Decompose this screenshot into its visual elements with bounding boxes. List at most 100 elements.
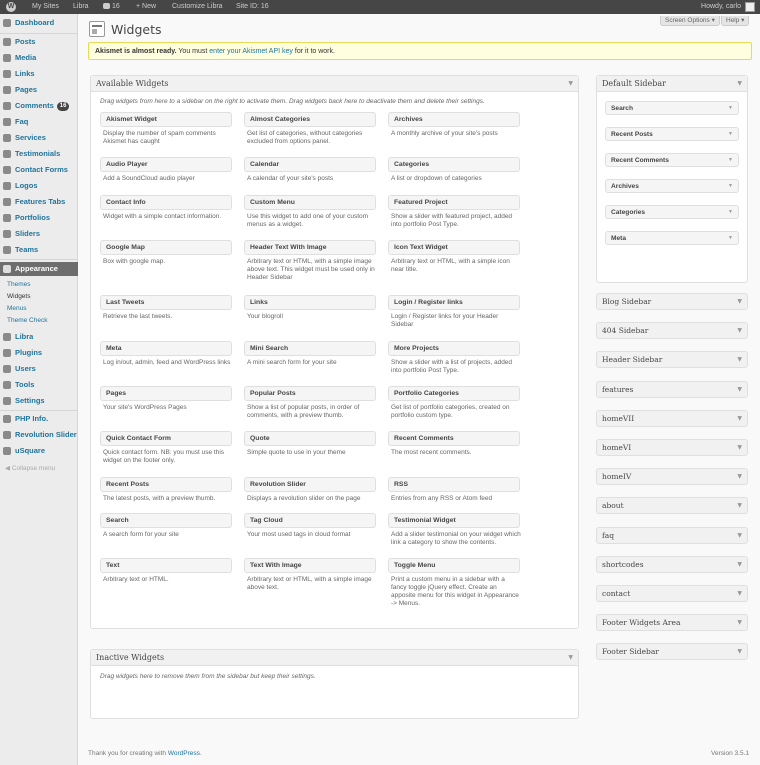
toggle-arrow-icon[interactable]: ▼ (737, 76, 742, 92)
toggle-arrow-icon[interactable]: ▼ (737, 557, 742, 573)
expand-arrow-icon[interactable]: ▼ (728, 154, 733, 167)
menu-item-portfolios[interactable]: Portfolios (0, 211, 78, 225)
comments-link[interactable]: 16 (103, 0, 120, 14)
widget-title[interactable]: Categories (388, 157, 520, 172)
wordpress-link[interactable]: WordPress (168, 750, 200, 757)
widget-title[interactable]: Testimonial Widget (388, 513, 520, 528)
widget-title[interactable]: Quote (244, 431, 376, 446)
widget-title[interactable]: Audio Player (100, 157, 232, 172)
sidebar-homevii[interactable]: homeVII ▼ (596, 409, 748, 427)
widget-title[interactable]: Tag Cloud (244, 513, 376, 528)
menu-item-tools[interactable]: Tools (0, 378, 78, 392)
sidebar-faq[interactable]: faq ▼ (596, 526, 748, 544)
submenu-themes[interactable]: Themes (7, 281, 30, 288)
widget-title[interactable]: Akismet Widget (100, 112, 232, 127)
sidebar-homevi[interactable]: homeVI ▼ (596, 439, 748, 456)
widget-title[interactable]: Text With Image (244, 558, 376, 573)
widget-title[interactable]: RSS (388, 477, 520, 492)
sidebar-footer-widgets-area[interactable]: Footer Widgets Area ▼ (596, 614, 748, 632)
menu-item-users[interactable]: Users (0, 362, 78, 376)
toggle-arrow-icon[interactable]: ▼ (737, 498, 742, 514)
widget-title[interactable]: Search (100, 513, 232, 528)
submenu-menus[interactable]: Menus (7, 305, 27, 312)
widget-title[interactable]: Quick Contact Form (100, 431, 232, 446)
menu-item-dashboard[interactable]: Dashboard (0, 16, 78, 30)
widget-title[interactable]: Login / Register links (388, 295, 520, 310)
sidebar-widget-search[interactable]: Search ▼ (605, 101, 739, 115)
menu-item-pages[interactable]: Pages (0, 83, 78, 97)
toggle-arrow-icon[interactable]: ▼ (737, 382, 742, 398)
menu-item-revolution-slider[interactable]: Revolution Slider (0, 428, 78, 442)
submenu-widgets[interactable]: Widgets (7, 293, 30, 300)
sidebar-shortcodes[interactable]: shortcodes ▼ (596, 555, 748, 573)
toggle-arrow-icon[interactable]: ▼ (737, 323, 742, 339)
site-name-link[interactable]: Libra (73, 0, 89, 14)
widget-title[interactable]: Meta (100, 341, 232, 356)
menu-item-posts[interactable]: Posts (0, 35, 78, 49)
widget-title[interactable]: Almost Categories (244, 112, 376, 127)
submenu-theme-check[interactable]: Theme Check (7, 317, 47, 324)
menu-item-media[interactable]: Media (0, 51, 78, 65)
menu-item-comments[interactable]: Comments 16 (0, 99, 78, 113)
toggle-arrow-icon[interactable]: ▼ (737, 411, 742, 427)
screen-options-button[interactable]: Screen Options ▾ (660, 16, 720, 26)
widget-title[interactable]: Header Text With Image (244, 240, 376, 255)
sidebar-widget-recent-comments[interactable]: Recent Comments ▼ (605, 153, 739, 167)
widget-title[interactable]: Portfolio Categories (388, 386, 520, 401)
sidebar-footer-sidebar[interactable]: Footer Sidebar ▼ (596, 643, 748, 661)
toggle-arrow-icon[interactable]: ▼ (568, 76, 573, 92)
toggle-arrow-icon[interactable]: ▼ (737, 440, 742, 456)
widget-title[interactable]: Featured Project (388, 195, 520, 210)
customize-link[interactable]: Customize Libra (172, 0, 223, 14)
menu-item-teams[interactable]: Teams (0, 243, 78, 257)
sidebar-homeiv[interactable]: homeIV ▼ (596, 468, 748, 486)
menu-item-links[interactable]: Links (0, 67, 78, 81)
widget-title[interactable]: Links (244, 295, 376, 310)
widget-title[interactable]: Toggle Menu (388, 558, 520, 573)
widget-title[interactable]: Icon Text Widget (388, 240, 520, 255)
menu-item-usquare[interactable]: uSquare (0, 444, 78, 458)
menu-item-plugins[interactable]: Plugins (0, 346, 78, 360)
widget-title[interactable]: Contact Info (100, 195, 232, 210)
my-sites-link[interactable]: My Sites (32, 0, 59, 14)
sidebar-widget-recent-posts[interactable]: Recent Posts ▼ (605, 127, 739, 141)
sidebar-contact[interactable]: contact ▼ (596, 585, 748, 602)
menu-item-php-info[interactable]: PHP Info. (0, 412, 78, 426)
widget-title[interactable]: Last Tweets (100, 295, 232, 310)
widget-title[interactable]: Popular Posts (244, 386, 376, 401)
toggle-arrow-icon[interactable]: ▼ (568, 650, 573, 666)
expand-arrow-icon[interactable]: ▼ (728, 102, 733, 115)
menu-item-settings[interactable]: Settings (0, 394, 78, 408)
available-widgets-header[interactable]: Available Widgets ▼ (91, 76, 578, 92)
sidebar-blog-sidebar[interactable]: Blog Sidebar ▼ (596, 293, 748, 310)
widget-title[interactable]: Revolution Slider (244, 477, 376, 492)
akismet-api-key-link[interactable]: enter your Akismet API key (209, 48, 293, 55)
widget-title[interactable]: Archives (388, 112, 520, 127)
new-content-link[interactable]: + New (136, 0, 156, 14)
avatar[interactable] (745, 2, 755, 12)
toggle-arrow-icon[interactable]: ▼ (737, 615, 742, 631)
widget-title[interactable]: Mini Search (244, 341, 376, 356)
menu-item-appearance[interactable]: Appearance (0, 262, 78, 276)
wordpress-logo-icon[interactable]: W (6, 2, 16, 12)
collapse-menu-button[interactable]: ◀ Collapse menu (5, 464, 55, 472)
widget-title[interactable]: Google Map (100, 240, 232, 255)
widget-title[interactable]: More Projects (388, 341, 520, 356)
menu-item-testimonials[interactable]: Testimonials (0, 147, 78, 161)
menu-item-services[interactable]: Services (0, 131, 78, 145)
menu-item-faq[interactable]: Faq (0, 115, 78, 129)
expand-arrow-icon[interactable]: ▼ (728, 206, 733, 219)
expand-arrow-icon[interactable]: ▼ (728, 128, 733, 141)
toggle-arrow-icon[interactable]: ▼ (737, 469, 742, 485)
sidebar-features[interactable]: features ▼ (596, 380, 748, 398)
menu-item-libra[interactable]: Libra (0, 330, 78, 344)
default-sidebar-header[interactable]: Default Sidebar ▼ (597, 76, 747, 92)
inactive-widgets-header[interactable]: Inactive Widgets ▼ (91, 650, 578, 666)
sidebar-widget-categories[interactable]: Categories ▼ (605, 205, 739, 219)
toggle-arrow-icon[interactable]: ▼ (737, 528, 742, 544)
widget-title[interactable]: Recent Posts (100, 477, 232, 492)
sidebar-404-sidebar[interactable]: 404 Sidebar ▼ (596, 322, 748, 340)
toggle-arrow-icon[interactable]: ▼ (737, 294, 742, 310)
sidebar-header-sidebar[interactable]: Header Sidebar ▼ (596, 351, 748, 369)
widget-title[interactable]: Calendar (244, 157, 376, 172)
